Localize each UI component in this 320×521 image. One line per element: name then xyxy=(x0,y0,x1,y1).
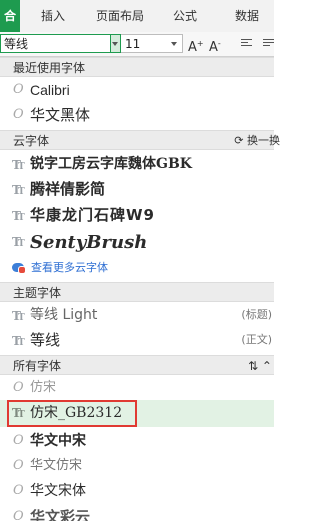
section-title: 所有字体 xyxy=(13,359,62,373)
grow-font-icon: A xyxy=(188,40,197,55)
theme-font-heading[interactable]: TT 等线 Light (标题) xyxy=(0,303,274,327)
align-middle-icon[interactable] xyxy=(263,39,274,48)
tab-page-layout[interactable]: 页面布局 xyxy=(96,0,144,32)
chevron-down-icon xyxy=(171,42,177,46)
truetype-font-icon: TT xyxy=(12,309,25,323)
font-dropdown-panel: 最近使用字体 O Calibri O 华文黑体 云字体 ⟳ 换一换 TT 锐字工… xyxy=(0,57,280,521)
cloud-font-item-2[interactable]: TT 腾祥倩影简 xyxy=(0,177,274,201)
cloud-font-item-4[interactable]: TT SentyBrush xyxy=(0,229,274,256)
shrink-font-icon: A xyxy=(209,40,218,55)
font-item-huawen-zhongsong[interactable]: O 华文中宋 xyxy=(0,429,274,453)
section-title: 云字体 xyxy=(13,134,50,148)
font-item-label: 仿宋 xyxy=(30,380,57,395)
tab-data[interactable]: 数据 xyxy=(235,0,259,32)
tab-formulas[interactable]: 公式 xyxy=(173,0,197,32)
truetype-font-icon: TT xyxy=(12,183,25,197)
font-item-huawen-caiyun[interactable]: O 华文彩云 xyxy=(0,505,274,521)
more-cloud-fonts-link[interactable]: 查看更多云字体 xyxy=(12,258,212,278)
truetype-font-icon: TT xyxy=(12,334,25,348)
font-item-huawen-fangsong[interactable]: O 华文仿宋 xyxy=(0,454,274,478)
font-item-label: 华文中宋 xyxy=(30,433,86,449)
shrink-font-sign: - xyxy=(217,39,221,48)
section-title: 主题字体 xyxy=(13,286,62,300)
cloud-font-item-1[interactable]: TT 锐字工房云字库魏体GBK xyxy=(0,152,274,176)
grow-font-button[interactable]: A+ xyxy=(188,34,204,55)
cloud-icon xyxy=(12,263,26,274)
font-name-dropdown-arrow[interactable] xyxy=(110,35,120,52)
swap-label: 换一换 xyxy=(247,134,280,147)
chevron-down-icon xyxy=(112,42,118,46)
swap-button[interactable]: ⟳ 换一换 xyxy=(234,131,280,151)
truetype-font-icon: TT xyxy=(12,158,25,172)
font-item-calibri[interactable]: O Calibri xyxy=(0,78,274,102)
ribbon-tab-bar: 合 插入 页面布局 公式 数据 xyxy=(0,0,274,33)
more-cloud-fonts-label: 查看更多云字体 xyxy=(31,261,108,274)
section-all-fonts: 所有字体 ⇅ ⌃ xyxy=(0,355,274,375)
section-cloud-fonts: 云字体 ⟳ 换一换 xyxy=(0,130,280,150)
font-item-label: SentyBrush xyxy=(30,232,148,253)
opentype-font-icon: O xyxy=(13,509,24,521)
font-name-combo[interactable]: 等线 xyxy=(0,34,121,53)
tab-start[interactable]: 合 xyxy=(0,0,20,32)
opentype-font-icon: O xyxy=(13,483,24,498)
font-item-label: 等线 Light xyxy=(30,307,98,323)
font-name-value: 等线 xyxy=(4,37,29,51)
opentype-font-icon: O xyxy=(13,433,24,448)
cloud-font-item-3[interactable]: TT 华康龙门石碑W9 xyxy=(0,203,274,227)
truetype-font-icon: TT xyxy=(12,235,25,249)
section-theme-fonts: 主题字体 xyxy=(0,282,274,302)
font-item-label: 华文仿宋 xyxy=(30,458,83,473)
font-role-tag: (正文) xyxy=(241,333,272,346)
font-item-label: 锐字工房云字库魏体GBK xyxy=(30,156,192,172)
font-toolbar: 等线 11 A+ A- xyxy=(0,32,274,57)
opentype-font-icon: O xyxy=(13,458,24,473)
font-item-huawen-songti[interactable]: O 华文宋体 xyxy=(0,479,274,503)
font-item-label: 等线 xyxy=(30,331,61,349)
font-item-label: 华康龙门石碑W9 xyxy=(30,206,155,224)
opentype-font-icon: O xyxy=(13,82,24,97)
shrink-font-button[interactable]: A- xyxy=(209,34,221,55)
theme-font-body[interactable]: TT 等线 (正文) xyxy=(0,328,274,352)
opentype-font-icon: O xyxy=(13,107,24,122)
tab-insert[interactable]: 插入 xyxy=(41,0,65,32)
sort-toggle-button[interactable]: ⇅ ⌃ xyxy=(248,356,272,376)
font-size-dropdown-arrow[interactable] xyxy=(170,35,179,52)
font-item-label: Calibri xyxy=(30,82,70,98)
section-title: 最近使用字体 xyxy=(13,61,86,75)
font-role-tag: (标题) xyxy=(241,308,272,321)
grow-font-sign: + xyxy=(196,39,204,48)
font-size-combo[interactable]: 11 xyxy=(121,34,183,53)
font-item-huawen-heiti[interactable]: O 华文黑体 xyxy=(0,103,274,127)
selection-highlight-box xyxy=(7,400,137,427)
sort-icon: ⇅ ⌃ xyxy=(248,359,272,373)
truetype-font-icon: TT xyxy=(12,209,25,223)
font-item-label: 华文黑体 xyxy=(30,106,91,124)
font-size-value: 11 xyxy=(125,37,141,51)
refresh-icon: ⟳ xyxy=(234,134,247,147)
font-item-fangsong[interactable]: O 仿宋 xyxy=(0,376,274,400)
align-top-icon[interactable] xyxy=(241,39,252,48)
font-item-label: 华文彩云 xyxy=(30,508,91,521)
opentype-font-icon: O xyxy=(13,380,24,395)
font-item-label: 腾祥倩影简 xyxy=(30,180,106,198)
font-item-label: 华文宋体 xyxy=(30,483,86,499)
section-recent-fonts: 最近使用字体 xyxy=(0,57,274,77)
